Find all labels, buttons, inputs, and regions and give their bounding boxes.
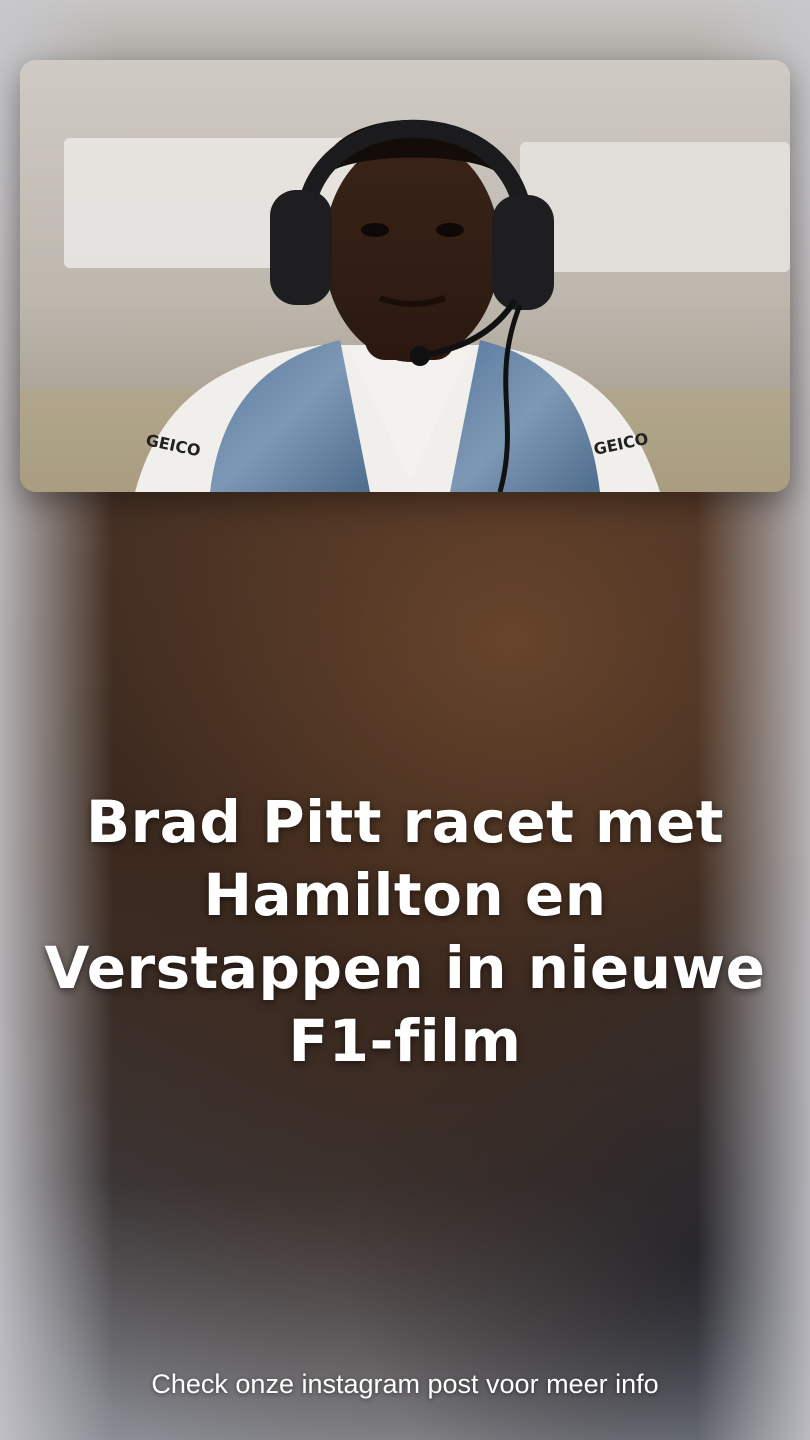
footer-text: Check onze instagram post voor meer info — [151, 1369, 659, 1399]
headline: Brad Pitt racet met Hamilton en Verstapp… — [44, 788, 766, 1075]
hero-image: GEICO GEICO — [20, 60, 790, 492]
